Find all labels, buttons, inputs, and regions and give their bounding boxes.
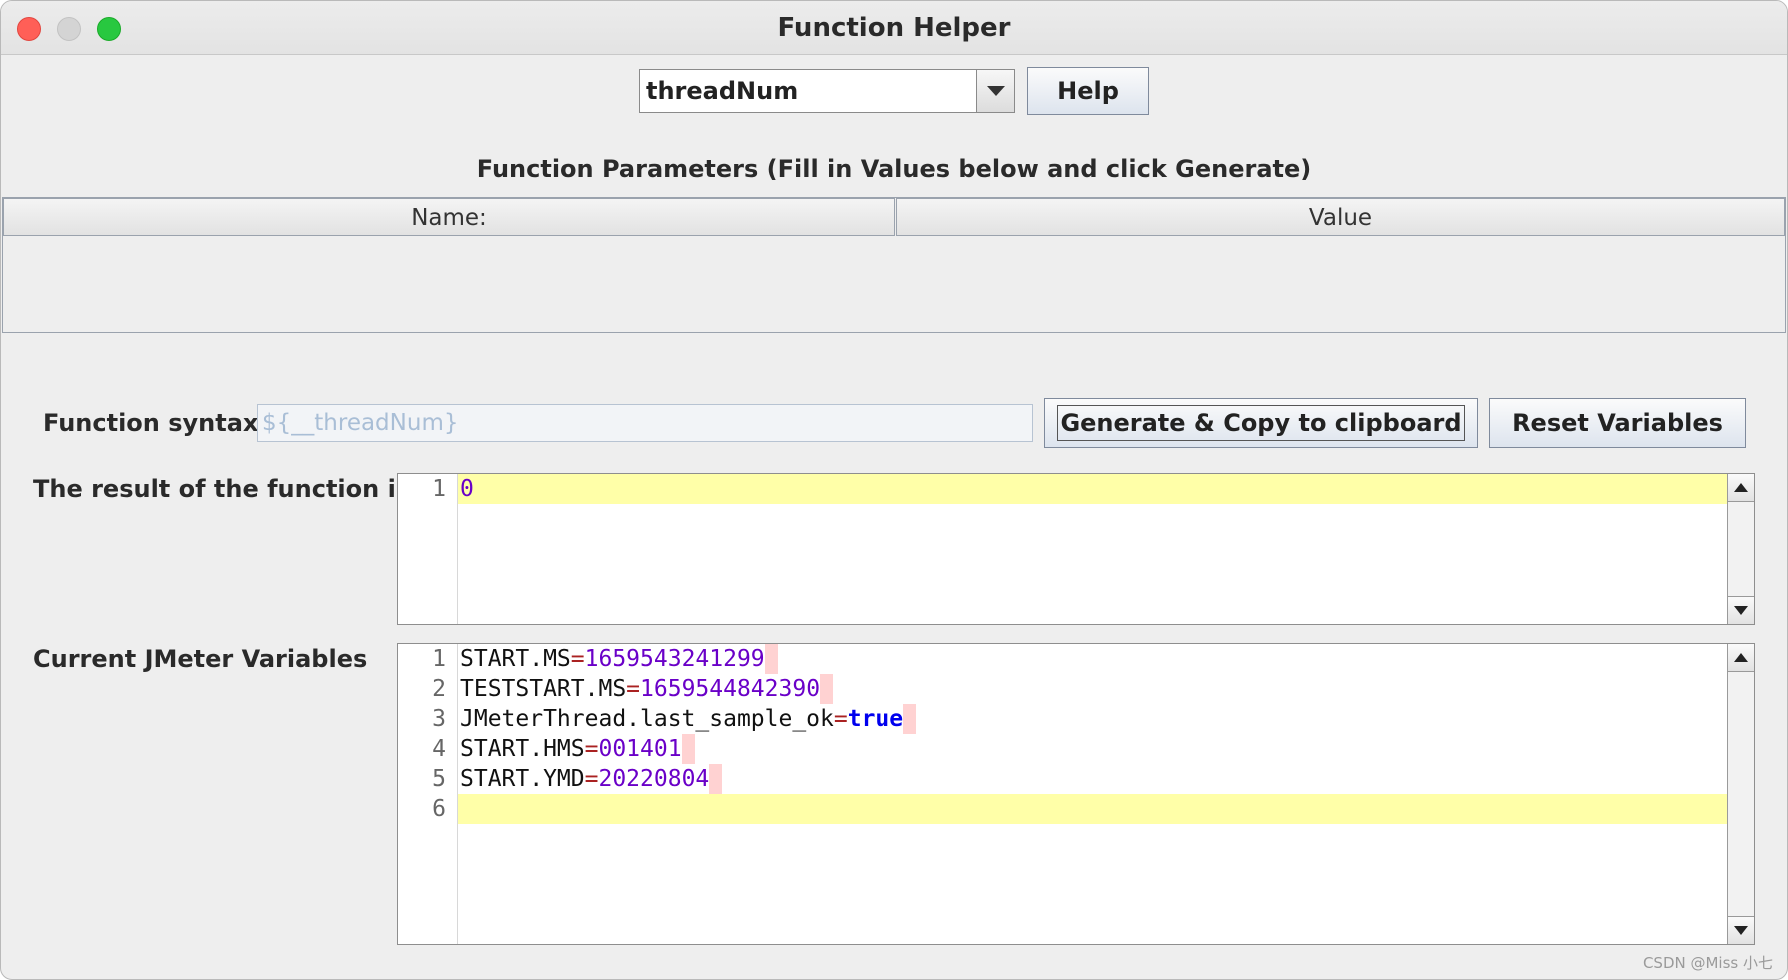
scroll-up-button[interactable] [1728, 474, 1754, 502]
code-line: START.HMS=001401 [458, 734, 1727, 764]
reset-variables-button[interactable]: Reset Variables [1489, 398, 1746, 448]
variable-value: true [847, 706, 904, 732]
function-helper-window: Function Helper threadNum Help Function … [0, 0, 1788, 980]
trailing-space-marker [820, 674, 834, 704]
scroll-up-button[interactable] [1728, 644, 1754, 672]
generate-copy-button[interactable]: Generate & Copy to clipboard [1044, 398, 1478, 448]
line-number-gutter: 1 2 3 4 5 6 [398, 644, 458, 944]
trailing-space-marker [764, 644, 778, 674]
variable-value: 20220804 [598, 766, 710, 792]
arrow-up-icon [1734, 483, 1748, 492]
result-label: The result of the function is [33, 475, 411, 503]
variable-key: JMeterThread.last_sample_ok [460, 706, 834, 732]
code-line: TESTSTART.MS=1659544842390 [458, 674, 1727, 704]
line-number: 4 [432, 736, 446, 762]
parameters-table[interactable]: Name: Value [2, 197, 1786, 333]
scroll-down-button[interactable] [1728, 596, 1754, 624]
code-line: START.YMD=20220804 [458, 764, 1727, 794]
code-line-current [458, 794, 1727, 824]
result-editor[interactable]: 1 0 [397, 473, 1755, 625]
equals-sign: = [570, 646, 585, 672]
result-scrollbar[interactable] [1727, 474, 1754, 624]
watermark: CSDN @Miss 小七 [1642, 954, 1773, 972]
equals-sign: = [833, 706, 848, 732]
variable-value: 1659544842390 [640, 676, 821, 702]
trailing-space-marker [709, 764, 723, 794]
code-line: 0 [458, 474, 1727, 504]
line-number: 5 [432, 766, 446, 792]
variable-value: 001401 [598, 736, 682, 762]
line-number: 3 [432, 706, 446, 732]
code-line: JMeterThread.last_sample_ok=true [458, 704, 1727, 734]
function-syntax-label: Function syntax: [43, 409, 268, 437]
variables-scrollbar[interactable] [1727, 644, 1754, 944]
chevron-down-icon [987, 86, 1005, 96]
function-syntax-field[interactable]: ${__threadNum} [257, 404, 1033, 442]
variable-key: START.MS [460, 646, 571, 672]
line-number: 1 [432, 646, 446, 672]
variable-key: TESTSTART.MS [460, 676, 627, 702]
result-code-area[interactable]: 0 [458, 474, 1727, 624]
trailing-space-marker [903, 704, 917, 734]
result-value: 0 [460, 476, 474, 502]
line-number: 6 [432, 796, 446, 822]
column-header-value[interactable]: Value [896, 198, 1785, 236]
column-header-name[interactable]: Name: [3, 198, 895, 236]
arrow-down-icon [1734, 606, 1748, 615]
scroll-down-button[interactable] [1728, 916, 1754, 944]
generate-copy-label: Generate & Copy to clipboard [1057, 405, 1465, 441]
equals-sign: = [626, 676, 641, 702]
variable-key: START.YMD [460, 766, 585, 792]
line-number-gutter: 1 [398, 474, 458, 624]
arrow-up-icon [1734, 653, 1748, 662]
equals-sign: = [584, 736, 599, 762]
code-line: START.MS=1659543241299 [458, 644, 1727, 674]
parameters-title: Function Parameters (Fill in Values belo… [476, 155, 1312, 183]
variable-key: START.HMS [460, 736, 585, 762]
arrow-down-icon [1734, 926, 1748, 935]
function-select-value: threadNum [646, 77, 799, 105]
equals-sign: = [584, 766, 599, 792]
line-number: 1 [432, 476, 446, 502]
variables-code-area[interactable]: START.MS=1659543241299 TESTSTART.MS=1659… [458, 644, 1727, 944]
variables-label: Current JMeter Variables [33, 645, 368, 673]
function-select[interactable]: threadNum [639, 69, 1015, 113]
variable-value: 1659543241299 [584, 646, 765, 672]
trailing-space-marker [681, 734, 695, 764]
title-bar: Function Helper [1, 1, 1787, 55]
window-title: Function Helper [777, 13, 1011, 43]
help-button[interactable]: Help [1027, 67, 1149, 115]
line-number: 2 [432, 676, 446, 702]
variables-editor[interactable]: 1 2 3 4 5 6 START.MS=1659543241299 TESTS… [397, 643, 1755, 945]
dropdown-arrow-button[interactable] [976, 70, 1014, 112]
